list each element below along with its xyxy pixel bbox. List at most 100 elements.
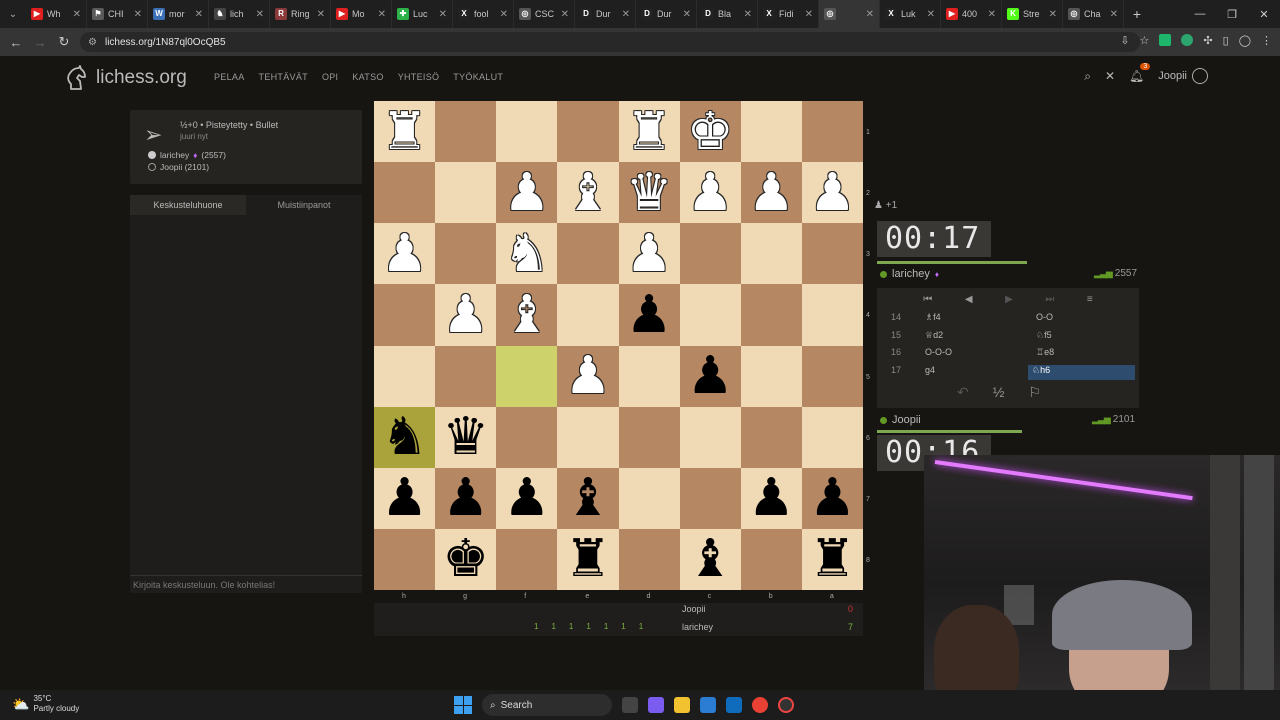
board-square[interactable] (374, 284, 436, 346)
tab-close-icon[interactable]: ✕ (683, 9, 691, 20)
board-square[interactable] (740, 284, 802, 346)
user-menu[interactable]: Joopii (1158, 68, 1208, 84)
board-square[interactable]: ♟ (740, 467, 802, 529)
browser-tab[interactable]: ◎ Cha ✕ (1063, 0, 1124, 28)
browser-tab[interactable]: ♞ lich ✕ (209, 0, 270, 28)
board-square[interactable] (557, 284, 619, 346)
takeback-icon[interactable]: ↶ (957, 384, 969, 401)
nav-puzzles[interactable]: TEHTÄVÄT (259, 72, 308, 82)
board-square[interactable] (740, 406, 802, 468)
board-square[interactable]: ♜ (618, 101, 680, 163)
white-piece[interactable]: ♝ (565, 167, 612, 219)
board-square[interactable]: ♟ (557, 345, 619, 407)
black-piece[interactable]: ♟ (626, 289, 673, 341)
copilot-icon[interactable] (648, 697, 664, 713)
site-info-icon[interactable]: ⚙ (88, 37, 97, 48)
extensions-puzzle-icon[interactable]: ✣ (1203, 34, 1212, 47)
obs-icon[interactable] (778, 697, 794, 713)
browser-tab[interactable]: ◎ CSC ✕ (514, 0, 575, 28)
first-move-icon[interactable]: ⏮ (923, 294, 932, 305)
board-square[interactable] (496, 101, 558, 163)
nav-community[interactable]: YHTEISÖ (398, 72, 440, 82)
black-piece[interactable]: ♛ (442, 411, 489, 463)
white-piece[interactable]: ♚ (687, 106, 734, 158)
white-move[interactable]: ♕d2 (925, 330, 943, 341)
notifications-icon[interactable]: 🔔︎ 3 (1129, 63, 1151, 83)
forward-icon[interactable]: → (28, 35, 52, 50)
board-square[interactable]: ♞ (496, 223, 558, 285)
board-square[interactable] (801, 345, 863, 407)
board-square[interactable] (374, 345, 436, 407)
tab-close-icon[interactable]: ✕ (561, 9, 569, 20)
search-icon[interactable]: ⌕ (1084, 69, 1091, 84)
black-piece[interactable]: ♟ (809, 472, 856, 524)
white-piece[interactable]: ♟ (381, 228, 428, 280)
black-piece[interactable]: ♜ (809, 533, 856, 585)
tab-close-icon[interactable]: ✕ (317, 9, 325, 20)
browser-tab[interactable]: ▶ Wh ✕ (26, 0, 87, 28)
tab-close-icon[interactable]: ✕ (378, 9, 386, 20)
board-square[interactable]: ♝ (679, 528, 741, 590)
board-square[interactable] (557, 101, 619, 163)
browser-tab[interactable]: ◎ ✕ (819, 0, 880, 28)
next-move-icon[interactable]: ▶ (1005, 294, 1013, 305)
browser-tab[interactable]: X Fidi ✕ (758, 0, 819, 28)
board-square[interactable] (740, 223, 802, 285)
board-square[interactable]: ♟ (679, 345, 741, 407)
white-move[interactable]: ♗f4 (925, 312, 941, 323)
board-square[interactable] (496, 406, 558, 468)
board-square[interactable]: ♟ (435, 284, 497, 346)
board-square[interactable] (679, 406, 741, 468)
board-square[interactable]: ♟ (435, 467, 497, 529)
white-piece[interactable]: ♟ (442, 289, 489, 341)
board-square[interactable]: ♝ (496, 284, 558, 346)
browser-tab[interactable]: ▶ Mo ✕ (331, 0, 392, 28)
board-square[interactable]: ♟ (496, 467, 558, 529)
tab-chat-room[interactable]: Keskusteluhuone (130, 195, 246, 215)
board-square[interactable]: ♟ (374, 223, 436, 285)
browser-tab[interactable]: ▶ 400 ✕ (941, 0, 1002, 28)
board-square[interactable] (801, 223, 863, 285)
back-icon[interactable]: ← (4, 35, 28, 50)
tab-close-icon[interactable]: ✕ (439, 9, 447, 20)
store-icon[interactable] (700, 697, 716, 713)
board-square[interactable] (374, 528, 436, 590)
install-app-icon[interactable]: ⇩ (1120, 34, 1129, 47)
board-square[interactable]: ♟ (801, 467, 863, 529)
resign-flag-icon[interactable]: ⚐ (1028, 384, 1041, 401)
white-piece[interactable]: ♜ (381, 106, 428, 158)
tab-close-icon[interactable]: ✕ (256, 9, 264, 20)
browser-tab[interactable]: R Ring ✕ (270, 0, 331, 28)
board-square[interactable] (557, 406, 619, 468)
board-square[interactable]: ♝ (557, 467, 619, 529)
black-piece[interactable]: ♜ (565, 533, 612, 585)
tab-close-icon[interactable]: ✕ (1110, 9, 1118, 20)
nav-watch[interactable]: KATSO (352, 72, 383, 82)
tab-close-icon[interactable]: ✕ (500, 9, 508, 20)
opponent-name-row[interactable]: larichey ♦ (880, 268, 939, 280)
black-piece[interactable]: ♟ (504, 472, 551, 524)
menu-icon[interactable]: ⋮ (1261, 34, 1272, 47)
white-piece[interactable]: ♜ (626, 106, 673, 158)
tab-close-icon[interactable]: ✕ (195, 9, 203, 20)
board-square[interactable] (435, 223, 497, 285)
last-move-icon[interactable]: ⏭ (1045, 294, 1054, 305)
white-piece[interactable]: ♞ (504, 228, 551, 280)
tab-close-icon[interactable]: ✕ (866, 9, 874, 20)
browser-tab[interactable]: ✚ Luc ✕ (392, 0, 453, 28)
black-move[interactable]: ♘f5 (1032, 330, 1139, 345)
board-square[interactable]: ♜ (557, 528, 619, 590)
black-piece[interactable]: ♝ (687, 533, 734, 585)
black-piece[interactable]: ♟ (381, 472, 428, 524)
challenge-icon[interactable]: ✕ (1105, 69, 1115, 83)
board-square[interactable] (679, 467, 741, 529)
maximize-icon[interactable]: ❐ (1216, 8, 1248, 21)
board-square[interactable]: ♜ (801, 528, 863, 590)
nav-play[interactable]: PELAA (214, 72, 245, 82)
file-explorer-icon[interactable] (674, 697, 690, 713)
board-square[interactable]: ♟ (740, 162, 802, 224)
chrome-icon[interactable] (752, 697, 768, 713)
board-square[interactable]: ♟ (618, 223, 680, 285)
windows-start-icon[interactable] (454, 696, 472, 714)
board-square[interactable] (618, 406, 680, 468)
